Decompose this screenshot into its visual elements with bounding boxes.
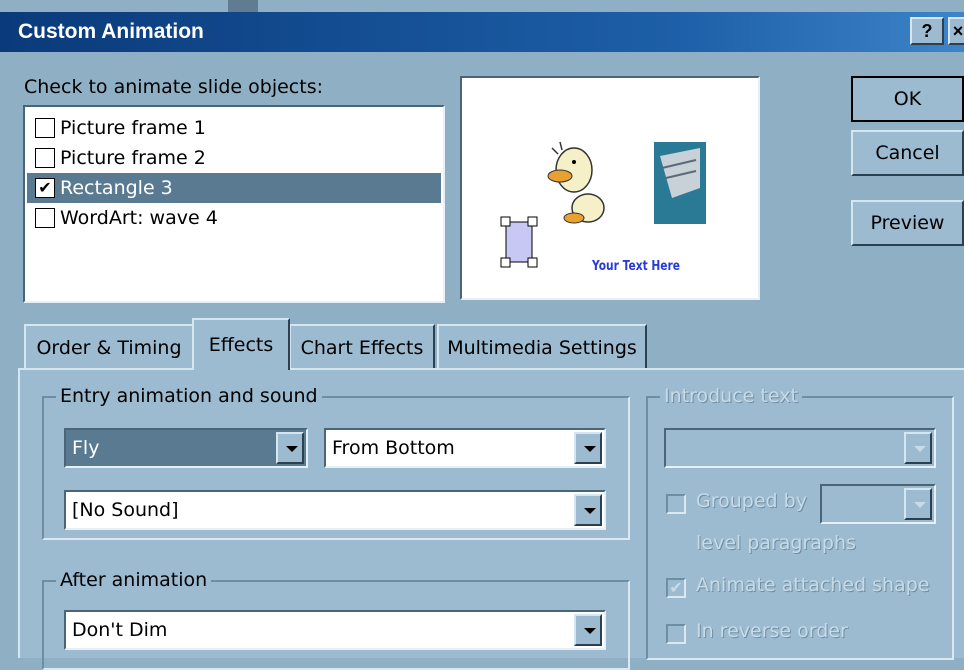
- help-button[interactable]: ?: [910, 17, 944, 45]
- list-item-label: Picture frame 1: [60, 117, 206, 139]
- list-item-label: Rectangle 3: [60, 177, 173, 199]
- dropdown-value: Fly: [72, 437, 100, 459]
- dropdown-value: Don't Dim: [72, 619, 168, 641]
- close-button[interactable]: ×: [948, 17, 964, 45]
- level-paragraphs-label: level paragraphs: [696, 532, 856, 554]
- ok-button[interactable]: OK: [851, 76, 964, 122]
- checkbox[interactable]: [35, 118, 55, 138]
- list-item-label: WordArt: wave 4: [60, 207, 218, 229]
- chevron-down-icon[interactable]: [574, 494, 602, 526]
- selected-rectangle-shape[interactable]: [500, 216, 538, 268]
- effect-dropdown[interactable]: Fly: [64, 428, 308, 468]
- tab-chart-effects[interactable]: Chart Effects: [289, 324, 435, 368]
- picture-frame-image: [654, 142, 706, 224]
- objects-label: Check to animate slide objects:: [24, 76, 323, 98]
- list-item-label: Picture frame 2: [60, 147, 206, 169]
- dropdown-value: [No Sound]: [72, 499, 179, 521]
- after-animation-group: After animation Don't Dim: [42, 568, 630, 670]
- group-label: Introduce text: [660, 384, 802, 408]
- chevron-down-icon[interactable]: [574, 614, 602, 646]
- group-label: After animation: [56, 568, 212, 592]
- grouped-by-label: Grouped by: [696, 490, 807, 512]
- checkbox[interactable]: ✔: [35, 178, 55, 198]
- title-bar: Custom Animation ? ×: [0, 12, 964, 52]
- cancel-button[interactable]: Cancel: [851, 130, 964, 176]
- chevron-down-icon: [904, 432, 932, 464]
- dialog-title: Custom Animation: [18, 20, 204, 43]
- grouped-by-dropdown: [820, 484, 936, 524]
- sound-dropdown[interactable]: [No Sound]: [64, 490, 606, 530]
- checkbox[interactable]: [35, 148, 55, 168]
- slide-objects-list[interactable]: Picture frame 1 Picture frame 2 ✔ Rectan…: [23, 105, 445, 303]
- reverse-order-checkbox: [666, 624, 686, 644]
- animate-attached-label: Animate attached shape: [696, 574, 930, 596]
- wordart-text: Your Text Here: [591, 259, 680, 274]
- after-animation-dropdown[interactable]: Don't Dim: [64, 610, 606, 650]
- tab-order-timing[interactable]: Order & Timing: [24, 324, 194, 368]
- animate-attached-checkbox: ✔: [666, 578, 686, 598]
- effects-tab-panel: Entry animation and sound Fly From Botto…: [18, 368, 964, 670]
- preview-canvas: Your Text Here: [500, 141, 706, 274]
- duck-clipart-icon: [547, 141, 605, 224]
- direction-dropdown[interactable]: From Bottom: [324, 428, 606, 468]
- grouped-by-checkbox: [666, 494, 686, 514]
- dropdown-value: From Bottom: [332, 437, 455, 459]
- reverse-order-label: In reverse order: [696, 620, 848, 642]
- chevron-down-icon[interactable]: [574, 432, 602, 464]
- chevron-down-icon: [904, 488, 932, 520]
- slide-preview: Your Text Here: [460, 76, 760, 300]
- list-item-selected[interactable]: ✔ Rectangle 3: [27, 173, 441, 203]
- introduce-text-dropdown: [664, 428, 936, 468]
- preview-button[interactable]: Preview: [851, 200, 964, 246]
- chevron-down-icon[interactable]: [276, 432, 304, 464]
- list-item[interactable]: Picture frame 1: [27, 113, 441, 143]
- introduce-text-group: Introduce text Grouped by level paragrap…: [646, 384, 954, 660]
- checkbox[interactable]: [35, 208, 55, 228]
- background-window-fragment: [228, 0, 258, 12]
- entry-animation-group: Entry animation and sound Fly From Botto…: [42, 384, 630, 540]
- tab-multimedia-settings[interactable]: Multimedia Settings: [437, 324, 647, 368]
- list-item[interactable]: WordArt: wave 4: [27, 203, 441, 233]
- tab-effects[interactable]: Effects: [192, 318, 290, 370]
- group-label: Entry animation and sound: [56, 384, 322, 408]
- list-item[interactable]: Picture frame 2: [27, 143, 441, 173]
